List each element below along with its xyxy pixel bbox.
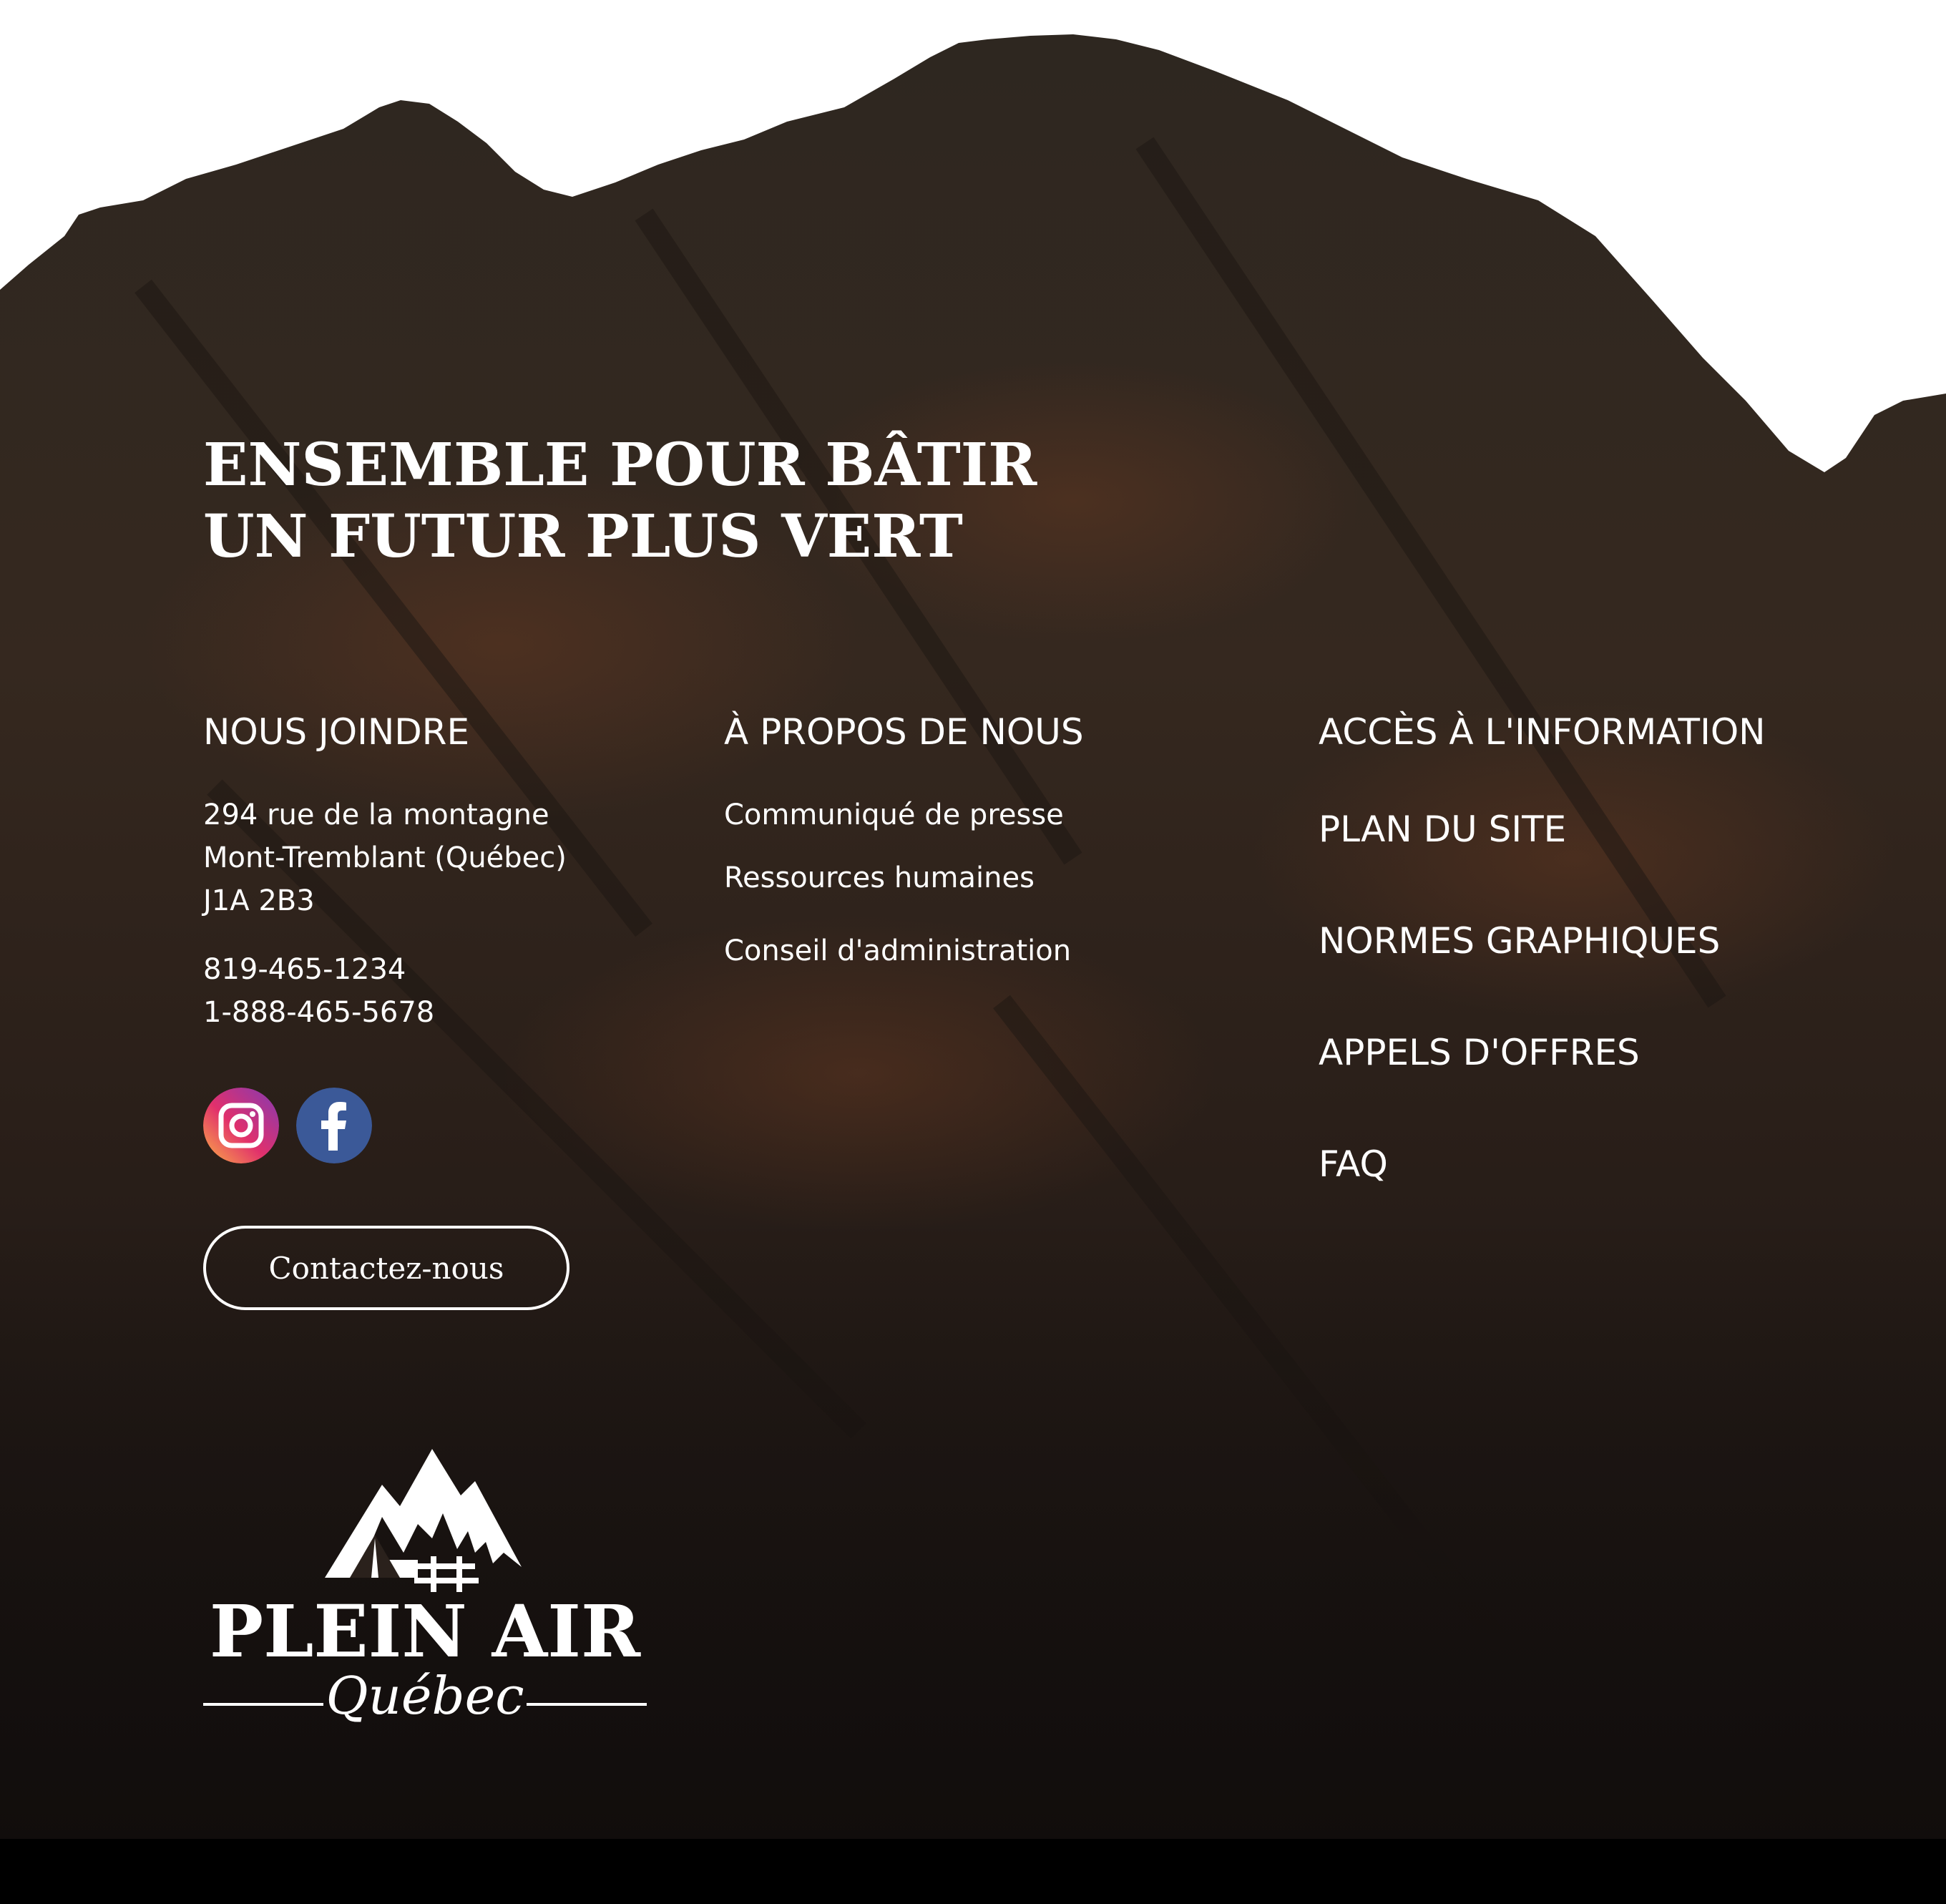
logo-wordmark: PLEIN AIR bbox=[209, 1589, 641, 1674]
site-map-link[interactable]: PLAN DU SITE bbox=[1319, 809, 1566, 850]
about-section-title: À PROPOS DE NOUS bbox=[724, 711, 1084, 753]
heading-line-1: ENSEMBLE POUR BÂTIR bbox=[203, 431, 1037, 499]
heading-line-2: UN FUTUR PLUS VERT bbox=[203, 502, 963, 571]
instagram-icon bbox=[203, 1088, 279, 1163]
graphic-standards-link[interactable]: NORMES GRAPHIQUES bbox=[1319, 920, 1720, 962]
board-of-directors-link[interactable]: Conseil d'administration bbox=[724, 934, 1071, 967]
contact-section-title: NOUS JOINDRE bbox=[203, 711, 470, 753]
instagram-link[interactable] bbox=[203, 1088, 279, 1163]
bottom-bar bbox=[0, 1839, 1946, 1904]
plein-air-quebec-logo: PLEIN AIR Québec bbox=[203, 1445, 647, 1739]
facebook-link[interactable] bbox=[296, 1088, 372, 1163]
faq-link[interactable]: FAQ bbox=[1319, 1143, 1388, 1185]
human-resources-link[interactable]: Ressources humaines bbox=[724, 861, 1035, 894]
address-line-2: Mont-Tremblant (Québec) bbox=[203, 841, 567, 874]
mountain-tent-logo-icon bbox=[325, 1449, 522, 1592]
address-line-3: J1A 2B3 bbox=[203, 884, 315, 917]
calls-for-tender-link[interactable]: APPELS D'OFFRES bbox=[1319, 1032, 1640, 1073]
footer-heading: ENSEMBLE POUR BÂTIR UN FUTUR PLUS VERT bbox=[203, 429, 1037, 572]
press-release-link[interactable]: Communiqué de presse bbox=[724, 799, 1064, 831]
phone-number-local[interactable]: 819-465-1234 bbox=[203, 953, 406, 986]
address-line-1: 294 rue de la montagne bbox=[203, 799, 549, 831]
logo-subtitle: Québec bbox=[326, 1666, 524, 1726]
contact-us-button[interactable]: Contactez-nous bbox=[203, 1226, 569, 1310]
facebook-icon bbox=[296, 1088, 372, 1163]
info-access-title: ACCÈS À L'INFORMATION bbox=[1319, 711, 1766, 753]
phone-number-tollfree[interactable]: 1-888-465-5678 bbox=[203, 996, 434, 1029]
